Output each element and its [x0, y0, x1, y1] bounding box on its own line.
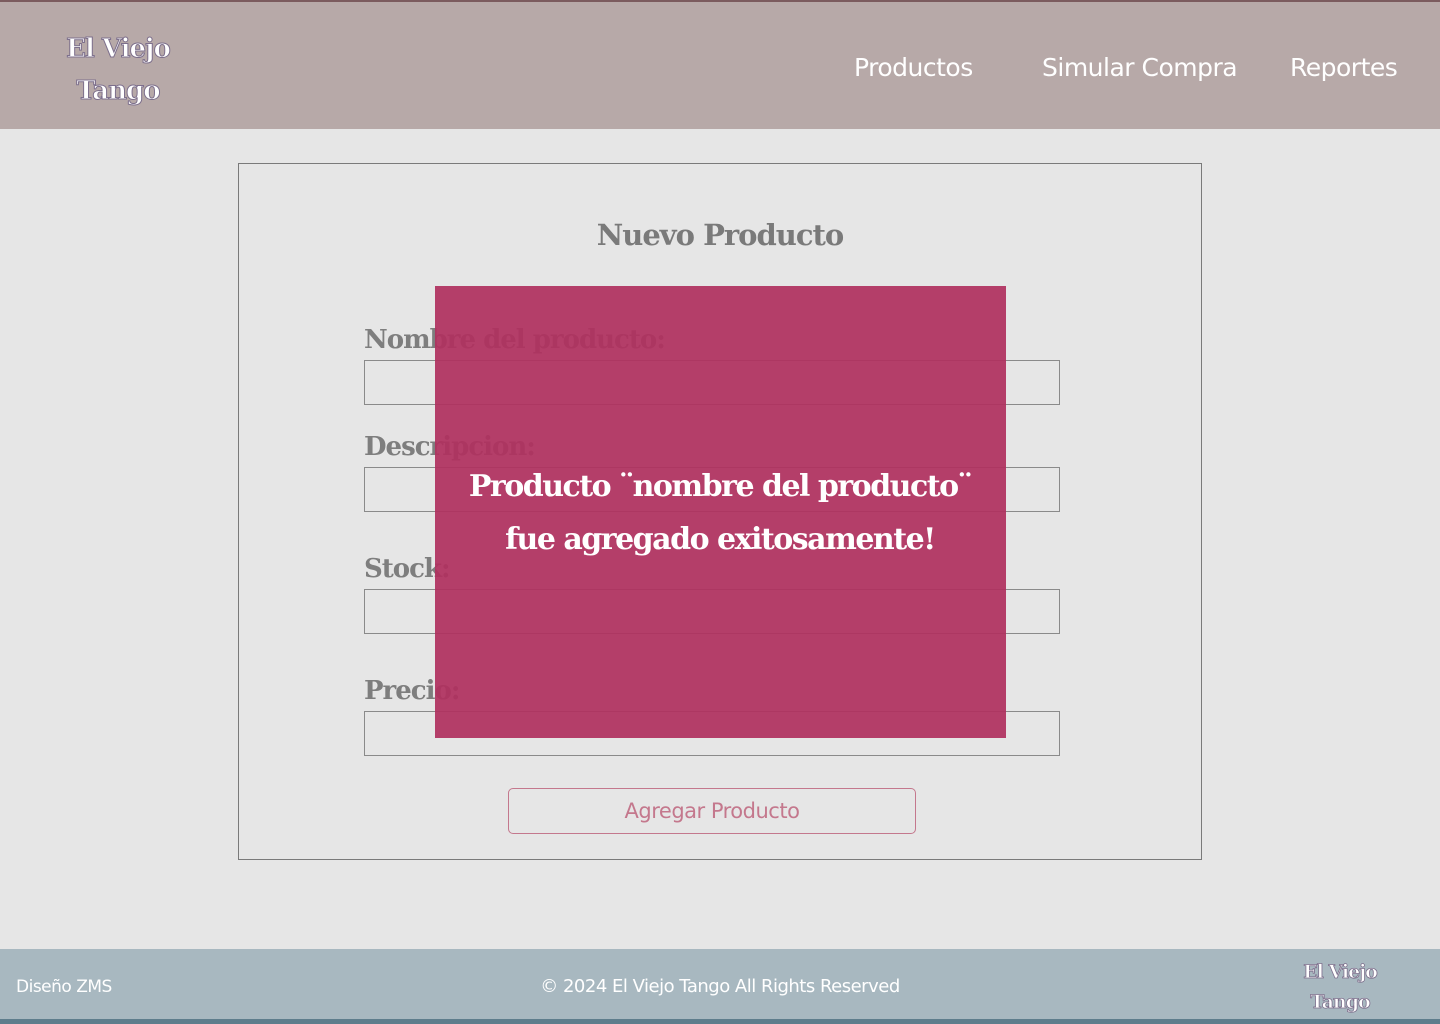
footer-logo-line-1: El Viejo	[1303, 961, 1378, 984]
add-product-button[interactable]: Agregar Producto	[508, 788, 916, 834]
site-logo[interactable]: El Viejo Tango	[58, 28, 178, 112]
success-message: Producto ¨nombre del producto¨ fue agreg…	[0, 460, 1440, 566]
footer-logo[interactable]: El Viejo Tango	[1290, 957, 1390, 1017]
success-message-line-1: Producto ¨nombre del producto¨	[468, 469, 973, 504]
footer-logo-line-2: Tango	[1310, 991, 1371, 1014]
page-title: Nuevo Producto	[596, 218, 845, 252]
success-message-line-2: fue agregado exitosamente!	[505, 522, 936, 557]
logo-line-1: El Viejo	[66, 34, 172, 65]
footer-copyright: © 2024 El Viejo Tango All Rights Reserve…	[540, 976, 900, 997]
logo-line-2: Tango	[76, 76, 161, 107]
nav-reportes[interactable]: Reportes	[1290, 52, 1398, 84]
nav-productos[interactable]: Productos	[854, 52, 973, 84]
site-header: El Viejo Tango Productos Simular Compra …	[0, 0, 1440, 129]
nav-simular-compra[interactable]: Simular Compra	[1042, 52, 1238, 84]
